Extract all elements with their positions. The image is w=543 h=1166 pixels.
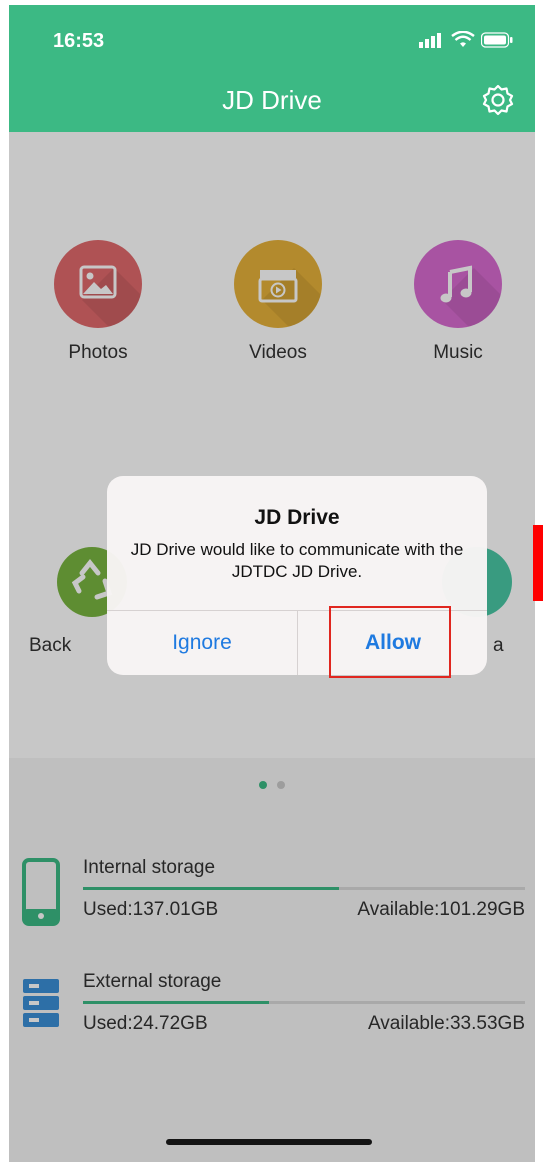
dialog-title: JD Drive [254,506,340,529]
ignore-button[interactable]: Ignore [107,611,297,675]
wifi-icon [451,31,475,47]
status-icons [419,31,513,49]
dialog-message: JD Drive would like to communicate with … [130,540,464,581]
gear-icon[interactable] [481,83,515,117]
battery-icon [481,32,513,48]
allow-highlight-box [329,606,451,678]
app-header: 16:53 JD Drive [9,5,535,132]
status-time: 16:53 [53,30,105,52]
signal-icon [419,33,441,48]
app-title: JD Drive [222,85,322,115]
edge-marker [533,525,543,601]
